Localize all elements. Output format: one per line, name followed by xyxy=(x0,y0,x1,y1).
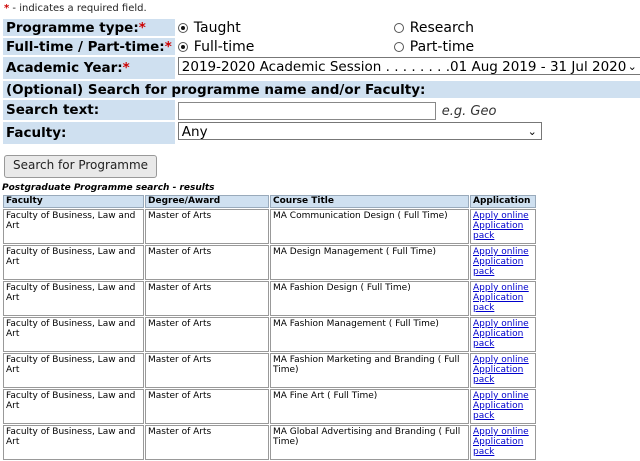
search-hint: e.g. Geo xyxy=(441,104,497,119)
cell-degree: Master of Arts xyxy=(145,317,269,352)
table-row: Faculty of Business, Law and Art Master … xyxy=(3,317,536,352)
application-pack-link[interactable]: Application pack xyxy=(473,329,533,349)
search-text-row: Search text: e.g. Geo xyxy=(3,100,640,120)
cell-degree: Master of Arts xyxy=(145,209,269,244)
header-degree: Degree/Award xyxy=(145,195,269,208)
cell-application: Apply online Application pack xyxy=(470,281,536,316)
cell-degree: Master of Arts xyxy=(145,281,269,316)
optional-heading-row: (Optional) Search for programme name and… xyxy=(3,81,640,98)
header-course-title: Course Title xyxy=(270,195,469,208)
cell-degree: Master of Arts xyxy=(145,389,269,424)
application-pack-link[interactable]: Application pack xyxy=(473,257,533,277)
cell-course-title: MA Fine Art ( Full Time) xyxy=(270,389,469,424)
programme-type-row: Programme type:* Taught Research xyxy=(3,19,640,36)
radio-unselected-icon[interactable] xyxy=(393,41,404,52)
search-form: Programme type:* Taught Research Full-ti… xyxy=(3,17,640,146)
faculty-label: Faculty: xyxy=(3,121,175,144)
apply-online-link[interactable]: Apply online xyxy=(473,247,533,257)
table-row: Faculty of Business, Law and Art Master … xyxy=(3,353,536,388)
radio-selected-icon[interactable] xyxy=(177,22,188,33)
faculty-row: Faculty: Any ⌄ xyxy=(3,121,640,144)
radio-research[interactable]: Research xyxy=(391,19,640,36)
cell-course-title: MA Design Management ( Full Time) xyxy=(270,245,469,280)
cell-application: Apply online Application pack xyxy=(470,317,536,352)
apply-online-link[interactable]: Apply online xyxy=(473,391,533,401)
header-faculty: Faculty xyxy=(3,195,144,208)
faculty-select[interactable]: Any ⌄ xyxy=(177,121,542,140)
optional-search-heading: (Optional) Search for programme name and… xyxy=(3,81,640,98)
apply-online-link[interactable]: Apply online xyxy=(473,355,533,365)
programme-type-label: Programme type:* xyxy=(3,19,175,36)
apply-online-link[interactable]: Apply online xyxy=(473,283,533,293)
results-caption: Postgraduate Programme search - results xyxy=(2,183,215,193)
required-asterisk-icon: * xyxy=(138,19,146,36)
cell-course-title: MA Communication Design ( Full Time) xyxy=(270,209,469,244)
faculty-cell: Any ⌄ xyxy=(175,121,640,144)
academic-year-select[interactable]: 2019-2020 Academic Session . . . . . . .… xyxy=(177,57,640,75)
apply-online-link[interactable]: Apply online xyxy=(473,319,533,329)
application-pack-link[interactable]: Application pack xyxy=(473,293,533,313)
table-row: Faculty of Business, Law and Art Master … xyxy=(3,425,536,460)
cell-faculty: Faculty of Business, Law and Art xyxy=(3,245,144,280)
table-row: Faculty of Business, Law and Art Master … xyxy=(3,281,536,316)
academic-year-row: Academic Year:* 2019-2020 Academic Sessi… xyxy=(3,57,640,79)
cell-application: Apply online Application pack xyxy=(470,389,536,424)
search-for-programme-button[interactable]: Search for Programme xyxy=(4,155,158,178)
cell-course-title: MA Fashion Marketing and Branding ( Full… xyxy=(270,353,469,388)
cell-degree: Master of Arts xyxy=(145,245,269,280)
cell-course-title: MA Fashion Management ( Full Time) xyxy=(270,317,469,352)
cell-course-title: MA Fashion Design ( Full Time) xyxy=(270,281,469,316)
search-text-cell: e.g. Geo xyxy=(175,100,640,120)
cell-faculty: Faculty of Business, Law and Art xyxy=(3,389,144,424)
cell-faculty: Faculty of Business, Law and Art xyxy=(3,353,144,388)
search-text-label: Search text: xyxy=(3,100,175,120)
application-pack-link[interactable]: Application pack xyxy=(473,401,533,421)
cell-application: Apply online Application pack xyxy=(470,245,536,280)
academic-year-label: Academic Year:* xyxy=(3,57,175,79)
cell-application: Apply online Application pack xyxy=(470,209,536,244)
cell-application: Apply online Application pack xyxy=(470,425,536,460)
results-table: Faculty Degree/Award Course Title Applic… xyxy=(2,194,537,461)
table-row: Faculty of Business, Law and Art Master … xyxy=(3,245,536,280)
apply-online-link[interactable]: Apply online xyxy=(473,211,533,221)
chevron-down-icon: ⌄ xyxy=(627,60,637,73)
cell-degree: Master of Arts xyxy=(145,353,269,388)
required-asterisk-icon: * xyxy=(4,3,10,14)
search-text-input[interactable] xyxy=(177,101,436,120)
cell-faculty: Faculty of Business, Law and Art xyxy=(3,281,144,316)
cell-degree: Master of Arts xyxy=(145,425,269,460)
application-pack-link[interactable]: Application pack xyxy=(473,365,533,385)
radio-selected-icon[interactable] xyxy=(177,41,188,52)
cell-faculty: Faculty of Business, Law and Art xyxy=(3,209,144,244)
study-mode-label: Full-time / Part-time:* xyxy=(3,38,175,55)
required-note: * - indicates a required field. xyxy=(4,3,147,14)
radio-taught[interactable]: Taught xyxy=(175,19,391,36)
radio-full-time[interactable]: Full-time xyxy=(175,38,391,55)
results-header-row: Faculty Degree/Award Course Title Applic… xyxy=(3,195,536,208)
required-asterisk-icon: * xyxy=(122,60,130,76)
apply-online-link[interactable]: Apply online xyxy=(473,427,533,437)
application-pack-link[interactable]: Application pack xyxy=(473,437,533,457)
required-note-text: - indicates a required field. xyxy=(12,3,147,14)
table-row: Faculty of Business, Law and Art Master … xyxy=(3,389,536,424)
cell-course-title: MA Global Advertising and Branding ( Ful… xyxy=(270,425,469,460)
chevron-down-icon: ⌄ xyxy=(527,124,537,138)
required-asterisk-icon: * xyxy=(164,38,172,55)
radio-part-time[interactable]: Part-time xyxy=(391,38,640,55)
application-pack-link[interactable]: Application pack xyxy=(473,221,533,241)
cell-application: Apply online Application pack xyxy=(470,353,536,388)
radio-unselected-icon[interactable] xyxy=(393,22,404,33)
cell-faculty: Faculty of Business, Law and Art xyxy=(3,317,144,352)
cell-faculty: Faculty of Business, Law and Art xyxy=(3,425,144,460)
study-mode-row: Full-time / Part-time:* Full-time Part-t… xyxy=(3,38,640,55)
academic-year-cell: 2019-2020 Academic Session . . . . . . .… xyxy=(175,57,640,79)
table-row: Faculty of Business, Law and Art Master … xyxy=(3,209,536,244)
header-application: Application xyxy=(470,195,536,208)
